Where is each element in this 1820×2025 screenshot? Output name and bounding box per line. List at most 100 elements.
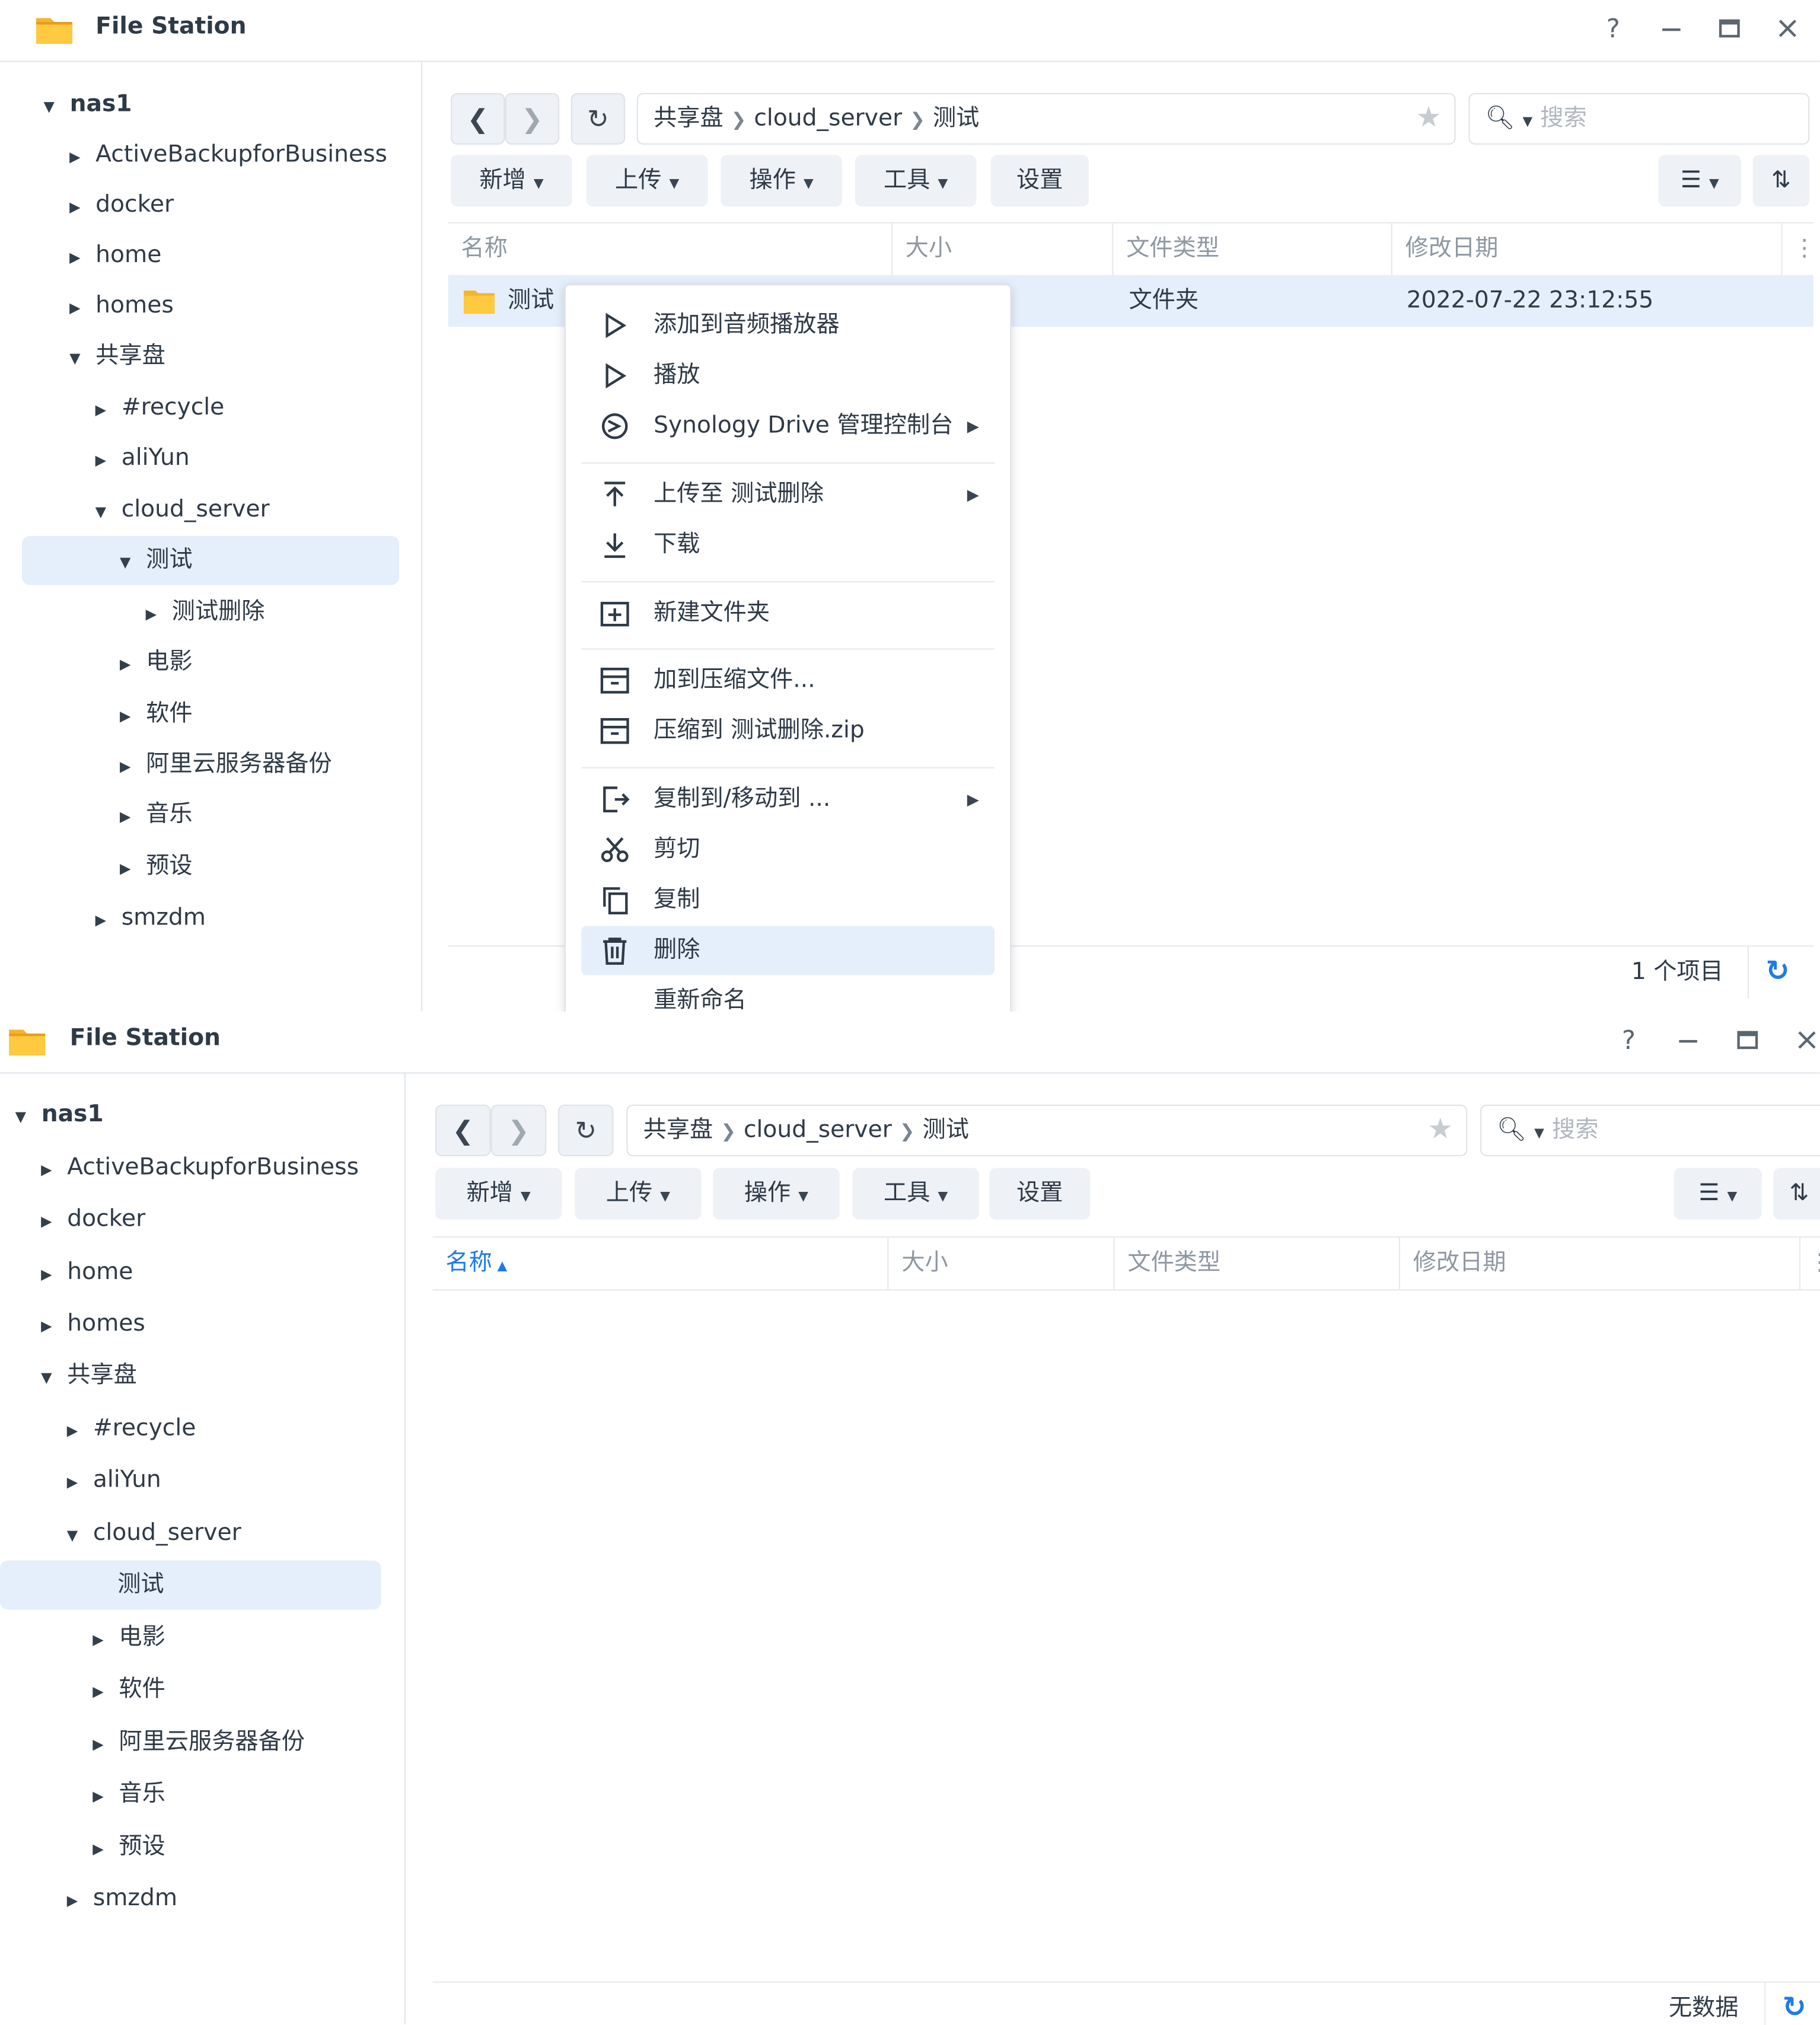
upload-button[interactable]: 上传 ▼ — [575, 1168, 702, 1220]
column-modified[interactable]: 修改日期 — [1400, 1238, 1801, 1290]
new-button[interactable]: 新增 ▼ — [435, 1168, 562, 1220]
chevron-down-icon[interactable]: ▼ — [1534, 1127, 1544, 1141]
forward-button[interactable]: ❯ — [490, 1104, 547, 1156]
tree-item-cloud-server[interactable]: ▼ cloud_server — [62, 1509, 241, 1558]
tree-item-recycle[interactable]: ▶ #recycle — [90, 384, 225, 433]
tree-item-aliyun[interactable]: ▶ aliYun — [90, 434, 190, 483]
column-size[interactable]: 大小 — [888, 1238, 1115, 1290]
tree-item-aliyun-backup[interactable]: ▶ 阿里云服务器备份 — [88, 1718, 305, 1767]
column-type[interactable]: 文件类型 — [1115, 1238, 1400, 1290]
tree-item-homes[interactable]: ▶ homes — [36, 1300, 145, 1349]
tree-item-music[interactable]: ▶ 音乐 — [88, 1769, 165, 1819]
action-button[interactable]: 操作 ▼ — [721, 155, 843, 207]
tree-item-homes[interactable]: ▶ homes — [65, 282, 174, 331]
tree-item-smzdm[interactable]: ▶ smzdm — [62, 1874, 177, 1924]
search-icon[interactable]: 🔍︎ — [1486, 104, 1515, 132]
refresh-icon[interactable]: ↻ — [1783, 1983, 1806, 2025]
tree-item-docker[interactable]: ▶ docker — [65, 181, 174, 230]
action-button[interactable]: 操作 ▼ — [713, 1168, 840, 1220]
list-view-button[interactable]: ☰ ▼ — [1674, 1168, 1762, 1220]
tree-item-docker[interactable]: ▶ docker — [36, 1195, 145, 1244]
menu-item-compress-to[interactable]: 压缩到 测试删除.zip — [581, 706, 995, 755]
column-options-icon[interactable]: ⋮ — [1783, 224, 1816, 275]
star-favorite-icon[interactable]: ★ — [1416, 94, 1442, 143]
tree-item-music[interactable]: ▶ 音乐 — [115, 790, 192, 840]
tree-item-presets[interactable]: ▶ 预设 — [88, 1823, 165, 1872]
settings-button[interactable]: 设置 — [989, 1168, 1091, 1220]
column-name[interactable]: 名称 — [448, 223, 893, 275]
close-button[interactable] — [1789, 1025, 1820, 1055]
refresh-button[interactable]: ↻ — [557, 1104, 614, 1156]
column-options-icon[interactable]: ⋮ — [1800, 1238, 1820, 1289]
forward-button[interactable]: ❯ — [505, 93, 560, 145]
breadcrumb-item[interactable]: 共享盘 — [654, 104, 723, 132]
tree-item-share[interactable]: ▼ 共享盘 — [36, 1351, 137, 1401]
tree-item-home[interactable]: ▶ home — [36, 1248, 133, 1297]
new-button[interactable]: 新增 ▼ — [451, 155, 572, 207]
minimize-button[interactable] — [1653, 13, 1690, 44]
list-view-button[interactable]: ☰ ▼ — [1658, 155, 1741, 207]
tree-item-aliyun[interactable]: ▶ aliYun — [62, 1456, 161, 1505]
tools-button[interactable]: 工具 ▼ — [855, 155, 977, 207]
menu-item-delete[interactable]: 删除 — [581, 926, 995, 975]
tree-item-recycle[interactable]: ▶ #recycle — [62, 1404, 196, 1453]
tree-item-activebackup[interactable]: ▶ ActiveBackupforBusiness — [65, 130, 387, 180]
menu-item-download[interactable]: 下载 — [581, 521, 995, 570]
menu-item-play[interactable]: 播放 — [581, 351, 995, 400]
back-button[interactable]: ❮ — [435, 1104, 491, 1156]
sort-button[interactable]: ⇅ — [1773, 1168, 1820, 1220]
column-name[interactable]: 名称 ▲ — [433, 1238, 889, 1290]
back-button[interactable]: ❮ — [451, 93, 505, 145]
menu-item-copy-move[interactable]: 复制到/移动到 ... ▶ — [581, 775, 995, 824]
star-favorite-icon[interactable]: ★ — [1427, 1106, 1453, 1155]
breadcrumb-item[interactable]: cloud_server — [754, 104, 902, 132]
menu-item-copy[interactable]: 复制 — [581, 876, 995, 925]
menu-item-add-archive[interactable]: 加到压缩文件... — [581, 656, 995, 705]
tree-item-activebackup[interactable]: ▶ ActiveBackupforBusiness — [36, 1143, 359, 1192]
column-modified[interactable]: 修改日期 — [1392, 223, 1783, 275]
menu-item-rename[interactable]: 重新命名 — [581, 977, 995, 1012]
settings-button[interactable]: 设置 — [990, 155, 1089, 207]
tree-item-cloud-server[interactable]: ▼ cloud_server — [90, 486, 270, 535]
tree-item-movies[interactable]: ▶ 电影 — [88, 1613, 165, 1663]
upload-button[interactable]: 上传 ▼ — [586, 155, 708, 207]
breadcrumb-item[interactable]: 测试 — [933, 104, 979, 132]
tree-item-child[interactable]: ▶ 测试删除 — [141, 588, 265, 637]
search-input[interactable]: 🔍︎ ▼ 搜索 — [1480, 1104, 1820, 1156]
menu-item-cut[interactable]: 剪切 — [581, 825, 995, 875]
tree-root-nas1[interactable]: ▼ nas1 — [10, 1090, 104, 1140]
menu-item-new-folder[interactable]: 新建文件夹 — [581, 589, 995, 638]
minimize-button[interactable] — [1670, 1025, 1706, 1055]
breadcrumb-item[interactable]: 共享盘 — [643, 1116, 713, 1143]
column-size[interactable]: 大小 — [893, 223, 1114, 275]
maximize-button[interactable] — [1711, 13, 1748, 44]
breadcrumb-item[interactable]: cloud_server — [744, 1116, 892, 1143]
refresh-button[interactable]: ↻ — [570, 93, 626, 145]
tree-item-software[interactable]: ▶ 软件 — [88, 1665, 165, 1714]
column-type[interactable]: 文件类型 — [1113, 223, 1392, 275]
search-icon[interactable]: 🔍︎ — [1497, 1116, 1526, 1143]
chevron-down-icon[interactable]: ▼ — [1523, 115, 1533, 129]
tree-item-current[interactable]: ▼ 测试 — [22, 535, 400, 585]
refresh-icon[interactable]: ↻ — [1765, 946, 1789, 998]
menu-item-upload-to[interactable]: 上传至 测试删除 ▶ — [581, 470, 995, 519]
search-input[interactable]: 🔍︎ ▼ 搜索 — [1468, 93, 1810, 145]
menu-item-add-audio[interactable]: 添加到音频播放器 — [581, 301, 995, 350]
tools-button[interactable]: 工具 ▼ — [852, 1168, 979, 1220]
close-button[interactable] — [1770, 13, 1806, 44]
tree-item-software[interactable]: ▶ 软件 — [115, 690, 192, 739]
tree-item-presets[interactable]: ▶ 预设 — [115, 842, 192, 891]
tree-item-movies[interactable]: ▶ 电影 — [115, 638, 192, 687]
tree-item-aliyun-backup[interactable]: ▶ 阿里云服务器备份 — [115, 740, 332, 789]
tree-item-share[interactable]: ▼ 共享盘 — [65, 332, 165, 381]
tree-root-nas1[interactable]: ▼ nas1 — [39, 80, 132, 129]
menu-item-synology-drive[interactable]: Synology Drive 管理控制台 ▶ — [581, 401, 995, 451]
tree-item-current[interactable]: 测试 — [0, 1560, 381, 1610]
help-button[interactable]: ? — [1595, 13, 1631, 44]
help-button[interactable]: ? — [1611, 1025, 1647, 1055]
tree-item-smzdm[interactable]: ▶ smzdm — [90, 894, 206, 943]
breadcrumb-item[interactable]: 测试 — [923, 1116, 969, 1143]
sort-button[interactable]: ⇅ — [1752, 155, 1810, 207]
maximize-button[interactable] — [1729, 1025, 1765, 1055]
tree-item-home[interactable]: ▶ home — [65, 231, 161, 280]
